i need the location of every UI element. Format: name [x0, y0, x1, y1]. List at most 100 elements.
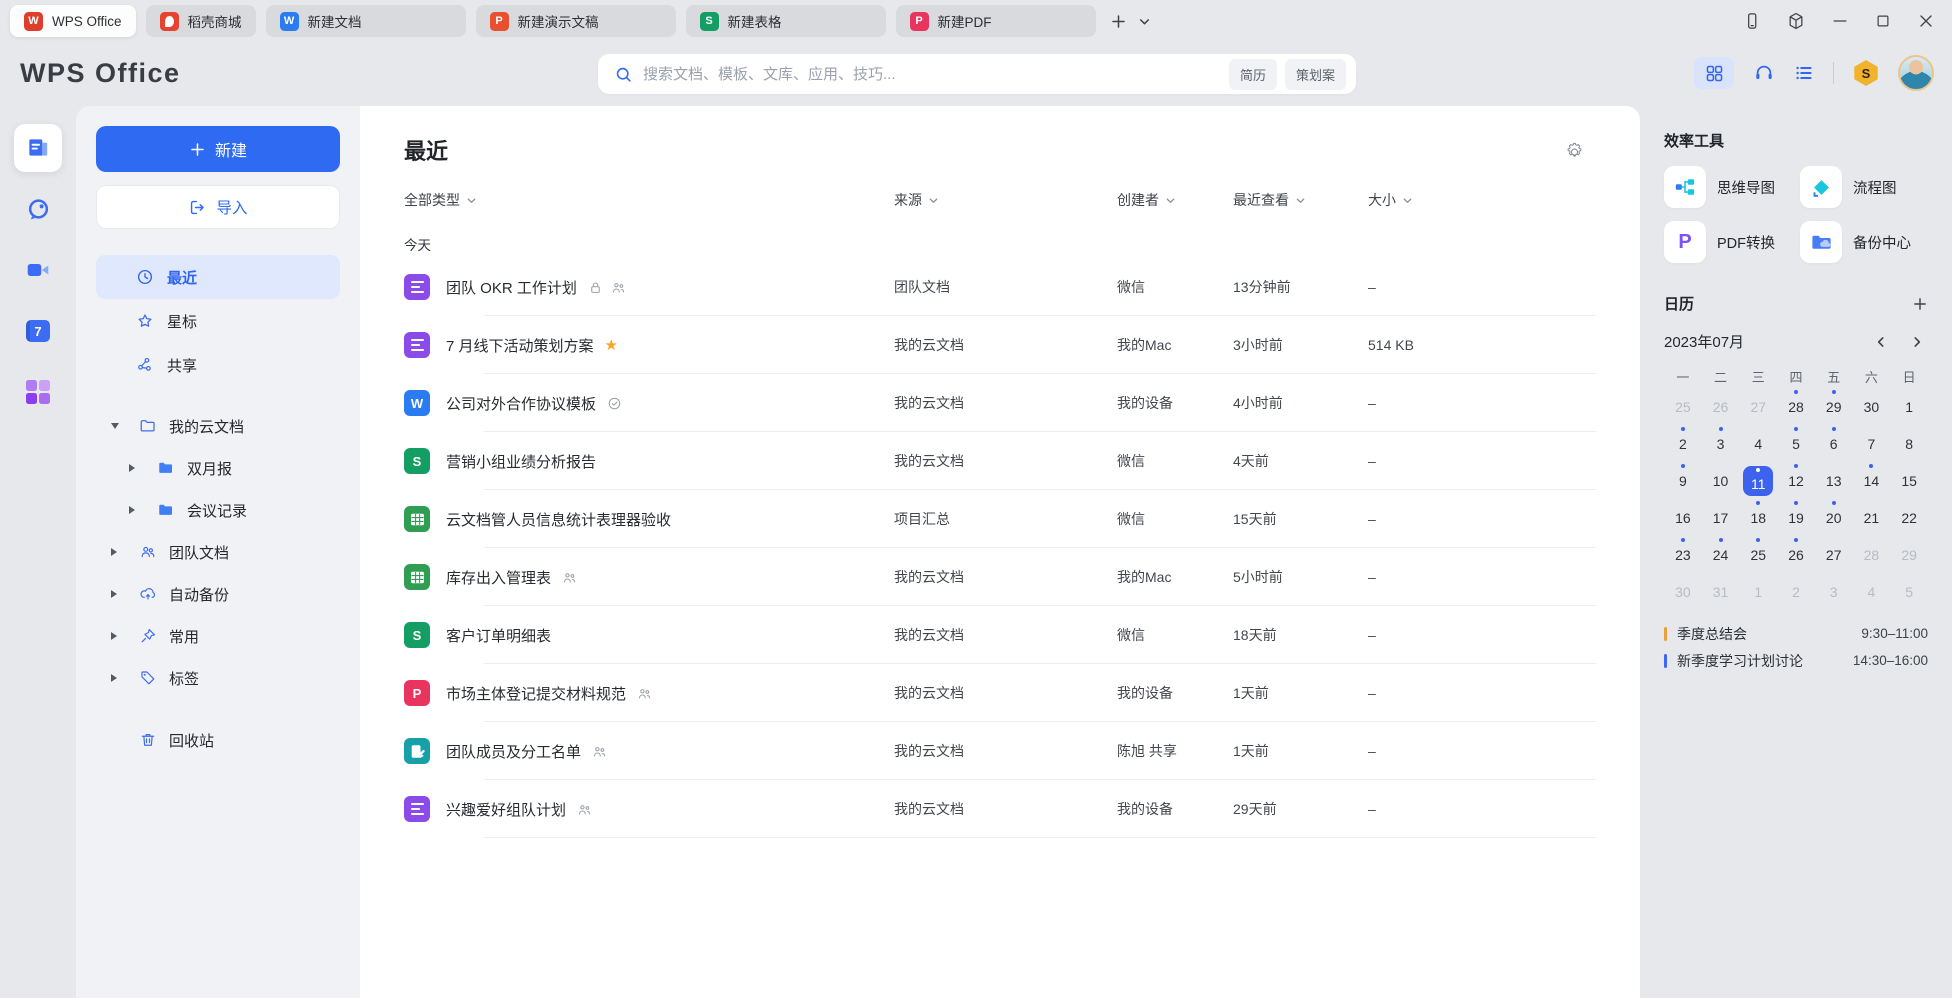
calendar-day[interactable]: 22	[1890, 499, 1928, 536]
calendar-day-selected[interactable]: 11	[1739, 462, 1777, 499]
tab-new-document[interactable]: W 新建文档	[266, 5, 466, 37]
calendar-day[interactable]: 5	[1890, 573, 1928, 610]
integration-box-icon[interactable]	[1786, 11, 1806, 31]
calendar-day[interactable]: 8	[1890, 425, 1928, 462]
filter-all-types[interactable]: 全部类型	[404, 190, 894, 210]
calendar-day[interactable]: 30	[1664, 573, 1702, 610]
calendar-day[interactable]: 20	[1815, 499, 1853, 536]
minimize-button[interactable]	[1830, 11, 1850, 31]
tool-flowchart[interactable]: 流程图	[1800, 166, 1928, 208]
calendar-day[interactable]: 27	[1739, 388, 1777, 425]
caret-right-icon[interactable]	[129, 464, 141, 472]
search-input[interactable]	[643, 66, 1221, 83]
filter-creator[interactable]: 创建者	[1117, 190, 1233, 210]
calendar-day[interactable]: 3	[1702, 425, 1740, 462]
calendar-day[interactable]: 21	[1853, 499, 1891, 536]
filter-source[interactable]: 来源	[894, 190, 1117, 210]
calendar-day[interactable]: 17	[1702, 499, 1740, 536]
calendar-day[interactable]: 16	[1664, 499, 1702, 536]
tab-new-spreadsheet[interactable]: S 新建表格	[686, 5, 886, 37]
file-row[interactable]: 兴趣爱好组队计划 我的云文档 我的设备 29天前 –	[360, 780, 1640, 838]
calendar-day[interactable]: 1	[1890, 388, 1928, 425]
rail-chat-button[interactable]	[14, 185, 62, 233]
calendar-day[interactable]: 14	[1853, 462, 1891, 499]
file-row[interactable]: 团队成员及分工名单 我的云文档 陈旭 共享 1天前 –	[360, 722, 1640, 780]
calendar-day[interactable]: 5	[1777, 425, 1815, 462]
rail-calendar-button[interactable]: 7	[14, 307, 62, 355]
file-row[interactable]: W 公司对外合作协议模板 我的云文档 我的设备 4小时前 –	[360, 374, 1640, 432]
tab-docer-mall[interactable]: 稻壳商城	[146, 5, 256, 37]
calendar-day[interactable]: 6	[1815, 425, 1853, 462]
tab-wps-office[interactable]: W WPS Office	[10, 5, 136, 37]
task-list-button[interactable]	[1794, 63, 1814, 83]
close-button[interactable]	[1916, 11, 1936, 31]
filter-size[interactable]: 大小	[1368, 190, 1596, 210]
maximize-button[interactable]	[1874, 12, 1892, 30]
file-row[interactable]: 团队 OKR 工作计划 团队文档 微信 13分钟前 –	[360, 258, 1640, 316]
new-tab-button[interactable]	[1106, 8, 1132, 34]
calendar-day[interactable]: 30	[1853, 388, 1891, 425]
calendar-day[interactable]: 15	[1890, 462, 1928, 499]
calendar-day[interactable]: 26	[1702, 388, 1740, 425]
tab-list-dropdown[interactable]	[1132, 8, 1158, 34]
calendar-day[interactable]: 28	[1853, 536, 1891, 573]
calendar-day[interactable]: 10	[1702, 462, 1740, 499]
calendar-day[interactable]: 13	[1815, 462, 1853, 499]
search-bar[interactable]: 简历 策划案	[598, 54, 1356, 94]
tree-item-auto-backup[interactable]: 自动备份	[96, 573, 340, 615]
calendar-day[interactable]: 3	[1815, 573, 1853, 610]
calendar-prev-month-button[interactable]	[1870, 333, 1892, 351]
calendar-day[interactable]: 29	[1890, 536, 1928, 573]
new-document-button[interactable]: 新建	[96, 126, 340, 172]
event-item[interactable]: 季度总结会 9:30–11:00	[1664, 620, 1928, 647]
calendar-day[interactable]: 1	[1739, 573, 1777, 610]
calendar-day[interactable]: 31	[1702, 573, 1740, 610]
calendar-day[interactable]: 2	[1664, 425, 1702, 462]
tab-new-pdf[interactable]: P 新建PDF	[896, 5, 1096, 37]
member-badge-icon[interactable]: S	[1853, 60, 1879, 86]
calendar-day[interactable]: 26	[1777, 536, 1815, 573]
tree-item-frequent[interactable]: 常用	[96, 615, 340, 657]
tree-item-bimonthly-report[interactable]: 双月报	[96, 447, 340, 489]
calendar-next-month-button[interactable]	[1906, 333, 1928, 351]
tree-item-tags[interactable]: 标签	[96, 657, 340, 699]
file-row[interactable]: S 客户订单明细表 我的云文档 微信 18天前 –	[360, 606, 1640, 664]
calendar-day[interactable]: 27	[1815, 536, 1853, 573]
search-tag-proposal[interactable]: 策划案	[1285, 59, 1346, 90]
calendar-day[interactable]: 7	[1853, 425, 1891, 462]
calendar-day[interactable]: 4	[1739, 425, 1777, 462]
sidebar-item-recent[interactable]: 最近	[96, 255, 340, 299]
tree-item-recycle-bin[interactable]: 回收站	[96, 719, 340, 761]
calendar-day[interactable]: 23	[1664, 536, 1702, 573]
calendar-add-event-button[interactable]	[1912, 296, 1928, 312]
sidebar-item-starred[interactable]: 星标	[96, 299, 340, 343]
tool-mindmap[interactable]: 思维导图	[1664, 166, 1792, 208]
rail-meeting-button[interactable]	[14, 246, 62, 294]
file-row[interactable]: 云文档管人员信息统计表理器验收 项目汇总 微信 15天前 –	[360, 490, 1640, 548]
event-item[interactable]: 新季度学习计划讨论 14:30–16:00	[1664, 647, 1928, 674]
tool-backup-center[interactable]: 备份中心	[1800, 221, 1928, 263]
mobile-connect-icon[interactable]	[1742, 11, 1762, 31]
calendar-day[interactable]: 25	[1664, 388, 1702, 425]
settings-gear-button[interactable]	[1565, 141, 1584, 160]
caret-right-icon[interactable]	[111, 632, 123, 640]
calendar-day[interactable]: 28	[1777, 388, 1815, 425]
sidebar-item-shared[interactable]: 共享	[96, 343, 340, 387]
tree-item-meeting-notes[interactable]: 会议记录	[96, 489, 340, 531]
calendar-day[interactable]: 9	[1664, 462, 1702, 499]
search-tag-resume[interactable]: 简历	[1229, 59, 1277, 90]
tree-item-team-docs[interactable]: 团队文档	[96, 531, 340, 573]
filter-last-viewed[interactable]: 最近查看	[1233, 190, 1368, 210]
import-button[interactable]: 导入	[96, 185, 340, 229]
calendar-day[interactable]: 29	[1815, 388, 1853, 425]
caret-down-icon[interactable]	[111, 423, 123, 429]
rail-apps-button[interactable]	[14, 368, 62, 416]
tab-new-presentation[interactable]: P 新建演示文稿	[476, 5, 676, 37]
file-row[interactable]: 7 月线下活动策划方案 ★ 我的云文档 我的Mac 3小时前 514 KB	[360, 316, 1640, 374]
caret-right-icon[interactable]	[111, 548, 123, 556]
calendar-day[interactable]: 25	[1739, 536, 1777, 573]
support-headset-button[interactable]	[1753, 62, 1775, 84]
tool-pdf-convert[interactable]: P PDF转换	[1664, 221, 1792, 263]
calendar-day[interactable]: 18	[1739, 499, 1777, 536]
file-row[interactable]: S 营销小组业绩分析报告 我的云文档 微信 4天前 –	[360, 432, 1640, 490]
